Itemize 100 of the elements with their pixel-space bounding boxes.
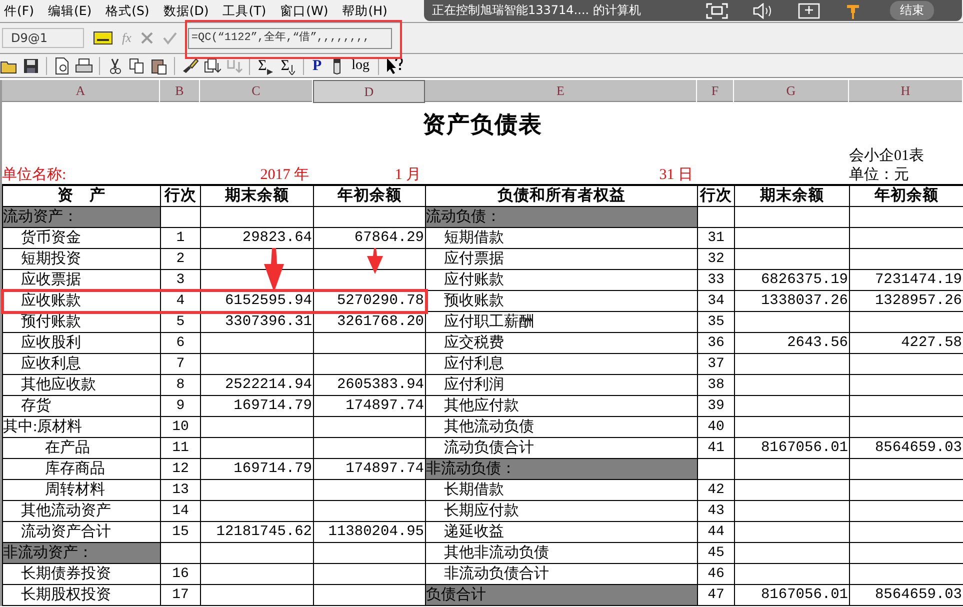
table-cell: 8167056.01 bbox=[735, 585, 850, 606]
table-cell: 应交税费 bbox=[426, 333, 698, 354]
table-cell: 长期股权投资 bbox=[3, 585, 161, 606]
table-cell: 67864.29 bbox=[314, 228, 426, 249]
save-icon[interactable] bbox=[22, 56, 40, 74]
unit-name-label: 单位名称: bbox=[2, 166, 68, 184]
table-cell: 31 bbox=[698, 228, 735, 249]
table-cell: 存货 bbox=[3, 396, 161, 417]
table-cell: 45 bbox=[698, 543, 735, 564]
printer-icon[interactable] bbox=[75, 56, 93, 74]
table-cell: 9 bbox=[161, 396, 201, 417]
column-header[interactable]: A bbox=[2, 80, 160, 103]
cell-reference-field[interactable]: D9@1 bbox=[2, 28, 84, 48]
table-cell: 其他应收款 bbox=[3, 375, 161, 396]
table-cell: 38 bbox=[698, 375, 735, 396]
table-cell: 8 bbox=[161, 375, 201, 396]
table-cell: 3 bbox=[161, 270, 201, 291]
fill-down-icon[interactable] bbox=[203, 56, 221, 74]
table-cell: 36 bbox=[698, 333, 735, 354]
menu-item[interactable]: 件(F) bbox=[0, 2, 40, 20]
table-cell: 应付利息 bbox=[426, 354, 698, 375]
table-cell: 其他非流动负债 bbox=[426, 543, 698, 564]
down-arrow-icon bbox=[289, 64, 296, 74]
end-button[interactable]: 结束 bbox=[890, 1, 934, 20]
column-header[interactable]: F bbox=[697, 80, 734, 103]
column-header[interactable]: H bbox=[849, 80, 963, 103]
formula-field[interactable]: =QC(“1122”,全年,“借”,,,,,,,, bbox=[188, 28, 392, 48]
help-pointer-icon[interactable] bbox=[384, 56, 403, 74]
column-header[interactable]: G bbox=[734, 80, 849, 103]
checkmark-icon[interactable] bbox=[163, 31, 178, 45]
section-label: 负债合计 bbox=[426, 585, 698, 606]
table-cell: 174897.74 bbox=[314, 396, 426, 417]
table-cell: 40 bbox=[698, 417, 735, 438]
paste-icon[interactable] bbox=[150, 56, 168, 74]
menu-item[interactable]: 格式(S) bbox=[102, 2, 156, 20]
column-header[interactable]: E bbox=[425, 80, 697, 103]
calculator-icon[interactable] bbox=[93, 30, 113, 46]
sum-button[interactable]: Σ bbox=[256, 56, 275, 74]
column-header[interactable]: D bbox=[313, 80, 425, 103]
section-label: 非流动负债： bbox=[426, 459, 698, 480]
table-cell: 2522214.94 bbox=[201, 375, 314, 396]
table-cell: 3307396.31 bbox=[201, 312, 314, 333]
table-cell: 33 bbox=[698, 270, 735, 291]
table-cell: 预付账款 bbox=[3, 312, 161, 333]
currency-unit: 单位：元 bbox=[849, 166, 910, 184]
menu-item[interactable]: 窗口(W) bbox=[276, 2, 334, 20]
table-cell: 8564659.03 bbox=[850, 585, 963, 606]
table-cell: 11 bbox=[161, 438, 201, 459]
table-cell: 4227.58 bbox=[850, 333, 963, 354]
copy-icon[interactable] bbox=[128, 56, 146, 74]
form-code: 会小企01表 bbox=[849, 146, 925, 165]
table-cell: 应收利息 bbox=[3, 354, 161, 375]
section-label: 流动资产： bbox=[3, 207, 161, 228]
column-header[interactable]: B bbox=[160, 80, 200, 103]
fullscreen-icon[interactable] bbox=[706, 2, 728, 18]
table-cell: 长期债券投资 bbox=[3, 564, 161, 585]
table-cell: 预收账款 bbox=[426, 291, 698, 312]
table-cell: 应付利润 bbox=[426, 375, 698, 396]
table-cell: 39 bbox=[698, 396, 735, 417]
plus-box-icon[interactable] bbox=[798, 2, 820, 18]
table-cell: 6152595.94 bbox=[201, 291, 314, 312]
speaker-icon[interactable] bbox=[752, 2, 774, 18]
menu-item[interactable]: 工具(T) bbox=[218, 2, 272, 20]
menu-item[interactable]: 数据(D) bbox=[159, 2, 215, 20]
table-cell: 周转材料 bbox=[3, 480, 161, 501]
column-heading: 年初余额 bbox=[314, 186, 426, 207]
column-heading: 年初余额 bbox=[850, 186, 963, 207]
table-cell: 6 bbox=[161, 333, 201, 354]
column-heading: 期末余额 bbox=[201, 186, 314, 207]
report-year: 2017 年 bbox=[259, 166, 310, 184]
table-cell: 应收账款 bbox=[3, 291, 161, 312]
table-cell: 2605383.94 bbox=[314, 375, 426, 396]
table-cell: 10 bbox=[161, 417, 201, 438]
brush-icon[interactable] bbox=[181, 56, 199, 74]
table-cell: 应收票据 bbox=[3, 270, 161, 291]
table-cell: 在产品 bbox=[3, 438, 161, 459]
table-cell: 其他流动资产 bbox=[3, 501, 161, 522]
table-cell: 其中:原材料 bbox=[3, 417, 161, 438]
table-cell: 7231474.19 bbox=[850, 270, 963, 291]
menu-item[interactable]: 帮助(H) bbox=[338, 2, 394, 20]
toolbar-button[interactable]: P bbox=[310, 56, 324, 74]
print-preview-icon[interactable] bbox=[53, 56, 71, 74]
table-cell: 11380204.95 bbox=[314, 522, 426, 543]
table-cell: 2643.56 bbox=[735, 333, 850, 354]
table-cell: 6826375.19 bbox=[735, 270, 850, 291]
table-cell: 长期借款 bbox=[426, 480, 698, 501]
table-cell: 7 bbox=[161, 354, 201, 375]
annotation-arrow bbox=[264, 248, 284, 292]
table-cell: 43 bbox=[698, 501, 735, 522]
toolbar-button[interactable]: log bbox=[350, 56, 372, 74]
table-cell: 15 bbox=[161, 522, 201, 543]
table-cell: 库存商品 bbox=[3, 459, 161, 480]
table-cell: 8167056.01 bbox=[735, 438, 850, 459]
table-cell: 47 bbox=[698, 585, 735, 606]
sum-down-button[interactable]: Σ bbox=[278, 56, 298, 74]
table-cell: 应收股利 bbox=[3, 333, 161, 354]
report-day: 31 日 bbox=[425, 165, 697, 184]
table-cell: 169714.79 bbox=[201, 459, 314, 480]
table-cell: 29823.64 bbox=[201, 228, 314, 249]
menu-item[interactable]: 编辑(E) bbox=[44, 2, 98, 20]
